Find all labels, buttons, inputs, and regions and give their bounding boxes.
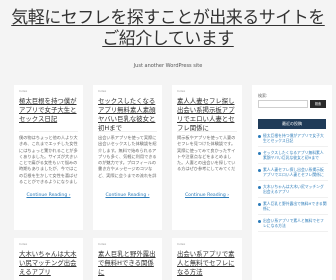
search-input[interactable] [258,100,308,108]
search-label: 検索: [258,93,268,98]
post-title[interactable]: 極太巨根を持つ僕がアプリで女子大生とセックス日記 [19,97,79,124]
recent-post-link[interactable]: 極太巨根を持つ僕がアプリで女子大生とセックス日記 [263,133,327,144]
list-item: セックスしたくなるアプリ無料素人素顔ヤバい巨乳な彼女と初Hまで [258,150,328,164]
divider [98,131,157,132]
post-title[interactable]: 出会い系アプリで素人と無料でセフレになる方法 [177,250,238,277]
site-header: 気軽にセフレを探すことが出来るサイトをご紹介しています Just another… [0,0,336,83]
post-card: Index セックスしたくなるアプリ無料素人素顔ヤバい巨乳な彼女と初Hまで 出会… [93,85,162,230]
post-category[interactable]: Index [98,242,106,246]
site-description: Just another WordPress site [133,63,203,69]
post-excerpt: 僕の物はちょっと他の人より大きめ、これまでエッチした女性にはちょっと驚かれること… [19,135,78,185]
list-item: 素人人妻セフレ探し出会い系掲示板アプリでエロい人妻とセフレ関係に [258,167,328,181]
post-card: Index 出会い系アプリで素人と無料でセフレになる方法 [172,238,242,280]
post-category[interactable]: Index [177,242,185,246]
recent-post-link[interactable]: 素人人妻セフレ探し出会い系掲示板アプリでエロい人妻とセフレ関係に [263,167,327,178]
sidebar: 検索: 検索 最近の投稿 極太巨根を持つ僕がアプリで女子大生とセックス日記 セッ… [252,85,332,280]
recent-post-link[interactable]: 出会い系アプリで素人と無料でセフレになる方法 [263,218,327,229]
bullet-icon [258,186,261,189]
post-title[interactable]: セックスしたくなるアプリ無料素人素顔ヤバい巨乳な彼女と初Hまで [98,97,158,133]
recent-post-link[interactable]: 大木いちゃんは大木い尻マッチング出会えるアプリ [263,184,327,195]
recent-posts-title: 最近の投稿 [258,119,326,129]
recent-post-link[interactable]: セックスしたくなるアプリ無料素人素顔ヤバい巨乳な彼女と初Hまで [263,150,327,161]
list-item: 素人巨乳と野外露出で無料Hできる関係に [258,201,328,215]
bullet-icon [258,220,261,223]
bullet-icon [258,152,261,155]
bullet-icon [258,135,261,138]
bullet-icon [258,169,261,172]
post-card: Index 素人人妻セフレ探し出会い系掲示板アプリでエロい人妻とセフレ関係に 掲… [172,85,242,230]
continue-reading-link[interactable]: Continue Reading › [93,193,162,198]
post-excerpt: 出会い系アプリを使って実際に出会いセックスした体験談を紹介します。無料で始められ… [98,135,157,178]
post-category[interactable]: Index [177,89,185,93]
post-card: Index 素人巨乳と野外露出で無料Hできる関係に [93,238,162,280]
post-excerpt: 掲示板やアプリを使って人妻のセフレを見つけた体験談です。実際に使ってみて良かった… [177,135,236,173]
post-title[interactable]: 素人巨乳と野外露出で無料Hできる関係に [98,250,158,277]
divider [19,131,78,132]
post-category[interactable]: Index [98,89,106,93]
bullet-icon [258,203,261,206]
list-item: 大木いちゃんは大木い尻マッチング出会えるアプリ [258,184,328,198]
divider [177,131,237,132]
post-category[interactable]: Index [19,89,27,93]
post-card: Index 大木いちゃんは大木い尻マッチング出会えるアプリ [14,238,83,280]
site-title[interactable]: 気軽にセフレを探すことが出来るサイトをご紹介しています [4,8,332,50]
post-title[interactable]: 大木いちゃんは大木い尻マッチング出会えるアプリ [19,250,79,277]
post-category[interactable]: Index [19,242,27,246]
search-form: 検索 [258,100,326,108]
list-item: 極太巨根を持つ僕がアプリで女子大生とセックス日記 [258,133,328,147]
continue-reading-link[interactable]: Continue Reading › [172,193,242,198]
list-item: 出会い系アプリで素人と無料でセフレになる方法 [258,218,328,232]
post-card: Index 極太巨根を持つ僕がアプリで女子大生とセックス日記 僕の物はちょっと他… [14,85,83,230]
recent-post-link[interactable]: 素人巨乳と野外露出で無料Hできる関係に [263,201,327,212]
continue-reading-link[interactable]: Continue Reading › [14,193,83,198]
search-button[interactable]: 検索 [310,100,326,108]
post-title[interactable]: 素人人妻セフレ探し出会い系掲示板アプリでエロい人妻とセフレ関係に [177,97,238,133]
